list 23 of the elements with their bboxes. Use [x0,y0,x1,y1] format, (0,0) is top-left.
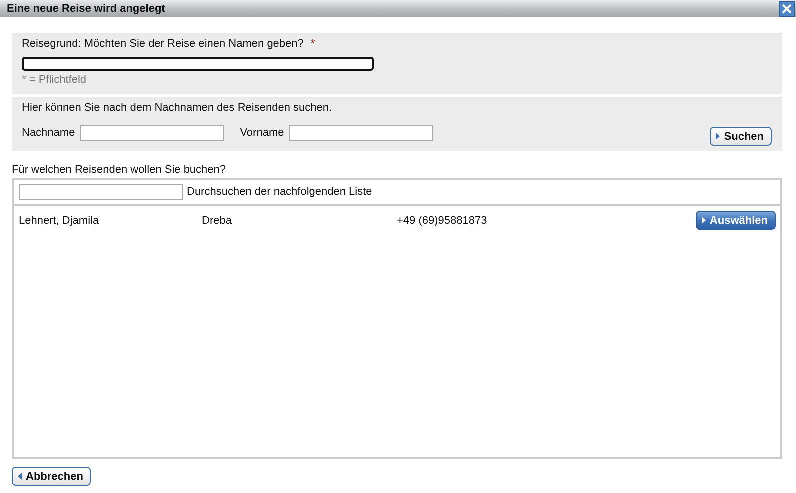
trip-name-label: Reisegrund: Möchten Sie der Reise einen Namen geben? [22,38,304,50]
select-button[interactable]: Auswählen [696,211,776,230]
caret-icon [702,217,706,224]
window-title: Eine neue Reise wird angelegt [7,2,166,14]
traveler-question: Für welchen Reisenden wollen Sie buchen? [12,164,228,176]
list-filter-label: Durchsuchen der nachfolgenden Liste [187,186,372,198]
trip-name-field[interactable] [22,57,374,71]
caret-icon [716,133,720,140]
required-mark: * [310,38,316,50]
search-intro: Hier können Sie nach dem Nachnamen des Reisenden suchen. [22,102,332,114]
required-hint: * = Pflichtfeld [22,74,88,86]
search-button[interactable]: Suchen [710,127,772,146]
last-name-field[interactable] [80,124,224,140]
cancel-button[interactable]: Abbrechen [12,467,92,486]
traveler-phone: +49 (69)95881873 [397,214,488,226]
caret-icon [18,473,22,480]
close-icon[interactable] [779,0,795,16]
list-filter-field[interactable] [19,184,183,200]
traveler-city: Dreba [202,214,233,226]
first-name-label: Vorname [240,126,284,138]
last-name-label: Nachname [22,126,76,138]
first-name-field[interactable] [289,124,434,140]
traveler-name: Lehnert, Djamila [19,214,100,226]
